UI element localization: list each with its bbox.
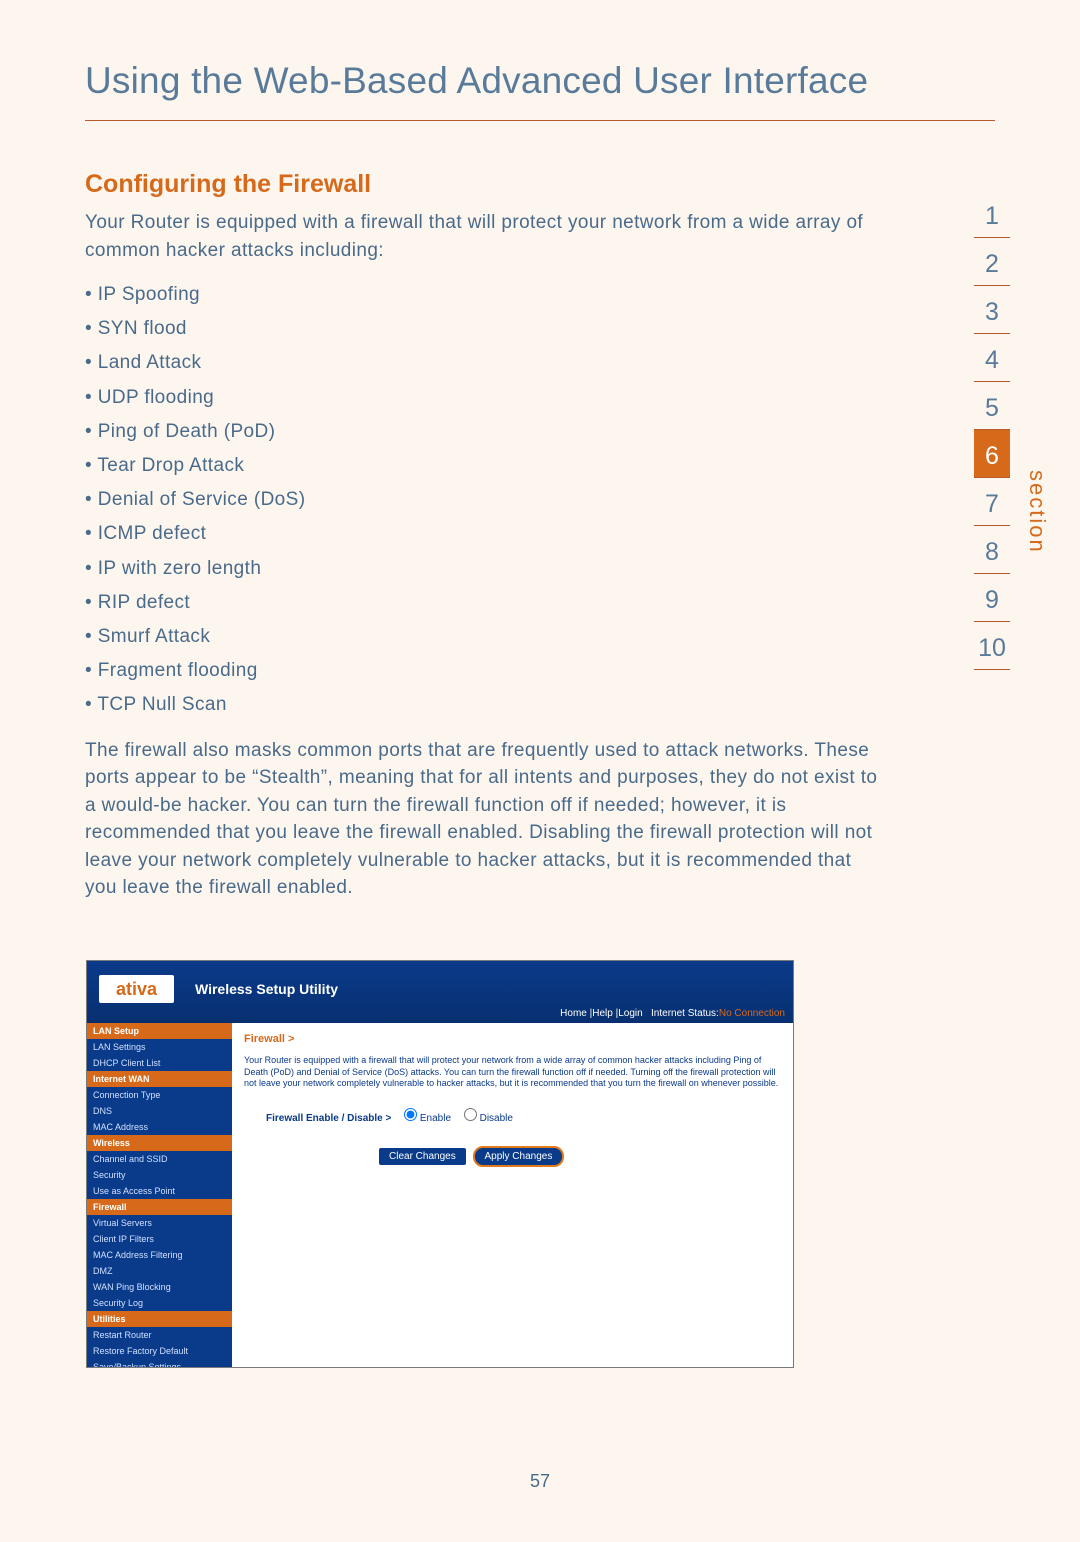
list-item: Smurf Attack xyxy=(85,620,885,654)
chapter-title: Using the Web-Based Advanced User Interf… xyxy=(85,60,995,121)
sidebar-item-dmz[interactable]: DMZ xyxy=(87,1263,232,1279)
brand-logo: ativa xyxy=(99,975,174,1003)
sidebar-item-mac[interactable]: MAC Address xyxy=(87,1119,232,1135)
sidebar-item-ap[interactable]: Use as Access Point xyxy=(87,1183,232,1199)
list-item: TCP Null Scan xyxy=(85,688,885,722)
list-item: UDP flooding xyxy=(85,381,885,415)
sidebar-item-security[interactable]: Security xyxy=(87,1167,232,1183)
disable-radio-input[interactable] xyxy=(464,1108,477,1121)
sidebar-item-restart[interactable]: Restart Router xyxy=(87,1327,232,1343)
page-number: 57 xyxy=(0,1471,1080,1492)
toggle-label: Firewall Enable / Disable > xyxy=(266,1113,391,1124)
section-tab-10[interactable]: 10 xyxy=(974,622,1010,670)
list-item: IP Spoofing xyxy=(85,278,885,312)
list-item: Tear Drop Attack xyxy=(85,449,885,483)
home-link[interactable]: Home xyxy=(560,1008,587,1019)
top-bar: Home |Help |Login Internet Status:No Con… xyxy=(560,1008,785,1019)
enable-radio-label: Enable xyxy=(420,1113,451,1124)
sidebar-item-save-backup[interactable]: Save/Backup Settings xyxy=(87,1359,232,1368)
sidebar-head-wan[interactable]: Internet WAN xyxy=(87,1071,232,1087)
enable-radio-input[interactable] xyxy=(404,1108,417,1121)
help-link[interactable]: Help xyxy=(592,1008,613,1019)
section-tab-1[interactable]: 1 xyxy=(974,190,1010,238)
list-item: ICMP defect xyxy=(85,517,885,551)
sidebar-item-virtual-servers[interactable]: Virtual Servers xyxy=(87,1215,232,1231)
list-item: Fragment flooding xyxy=(85,654,885,688)
router-header: ativa Wireless Setup Utility Home |Help … xyxy=(87,961,793,1023)
sidebar-item-mac-filtering[interactable]: MAC Address Filtering xyxy=(87,1247,232,1263)
disable-radio[interactable]: Disable xyxy=(464,1113,513,1124)
sidebar-head-firewall[interactable]: Firewall xyxy=(87,1199,232,1215)
firewall-toggle-row: Firewall Enable / Disable > Enable Disab… xyxy=(266,1108,781,1124)
sidebar-item-dhcp[interactable]: DHCP Client List xyxy=(87,1055,232,1071)
sidebar-item-ip-filters[interactable]: Client IP Filters xyxy=(87,1231,232,1247)
sidebar-item-wan-ping[interactable]: WAN Ping Blocking xyxy=(87,1279,232,1295)
suite-name: Wireless Setup Utility xyxy=(195,981,338,997)
list-item: IP with zero length xyxy=(85,552,885,586)
section-tabs: 1 2 3 4 5 6 7 8 9 10 xyxy=(974,190,1010,670)
breadcrumb: Firewall > xyxy=(244,1033,781,1045)
sidebar-head-lan[interactable]: LAN Setup xyxy=(87,1023,232,1039)
firewall-description: Your Router is equipped with a firewall … xyxy=(244,1055,781,1090)
sidebar-item-lan-settings[interactable]: LAN Settings xyxy=(87,1039,232,1055)
section-tab-6[interactable]: 6 xyxy=(974,430,1010,478)
login-link[interactable]: Login xyxy=(618,1008,642,1019)
disable-radio-label: Disable xyxy=(480,1113,513,1124)
section-tab-8[interactable]: 8 xyxy=(974,526,1010,574)
intro-paragraph: Your Router is equipped with a firewall … xyxy=(85,209,885,264)
clear-changes-button[interactable]: Clear Changes xyxy=(379,1148,466,1165)
enable-radio[interactable]: Enable xyxy=(404,1113,451,1124)
sidebar-item-channel[interactable]: Channel and SSID xyxy=(87,1151,232,1167)
list-item: Land Attack xyxy=(85,346,885,380)
sidebar: LAN Setup LAN Settings DHCP Client List … xyxy=(87,1023,232,1367)
sidebar-head-utilities[interactable]: Utilities xyxy=(87,1311,232,1327)
internet-status-value: No Connection xyxy=(719,1008,785,1019)
sidebar-item-security-log[interactable]: Security Log xyxy=(87,1295,232,1311)
section-tab-5[interactable]: 5 xyxy=(974,382,1010,430)
sidebar-item-dns[interactable]: DNS xyxy=(87,1103,232,1119)
section-tab-7[interactable]: 7 xyxy=(974,478,1010,526)
router-admin-screenshot: ativa Wireless Setup Utility Home |Help … xyxy=(86,960,794,1368)
section-heading: Configuring the Firewall xyxy=(85,170,885,199)
router-main: Firewall > Your Router is equipped with … xyxy=(232,1023,793,1367)
section-tab-9[interactable]: 9 xyxy=(974,574,1010,622)
list-item: Denial of Service (DoS) xyxy=(85,483,885,517)
internet-status-label: Internet Status: xyxy=(651,1008,719,1019)
sidebar-head-wireless[interactable]: Wireless xyxy=(87,1135,232,1151)
attack-list: IP Spoofing SYN flood Land Attack UDP fl… xyxy=(85,278,885,722)
list-item: SYN flood xyxy=(85,312,885,346)
section-tab-4[interactable]: 4 xyxy=(974,334,1010,382)
sidebar-item-conn-type[interactable]: Connection Type xyxy=(87,1087,232,1103)
list-item: RIP defect xyxy=(85,586,885,620)
section-tab-3[interactable]: 3 xyxy=(974,286,1010,334)
section-tab-2[interactable]: 2 xyxy=(974,238,1010,286)
outro-paragraph: The firewall also masks common ports tha… xyxy=(85,737,885,902)
apply-changes-button[interactable]: Apply Changes xyxy=(473,1146,565,1167)
list-item: Ping of Death (PoD) xyxy=(85,415,885,449)
sidebar-item-restore-default[interactable]: Restore Factory Default xyxy=(87,1343,232,1359)
section-label: section xyxy=(1024,470,1050,554)
